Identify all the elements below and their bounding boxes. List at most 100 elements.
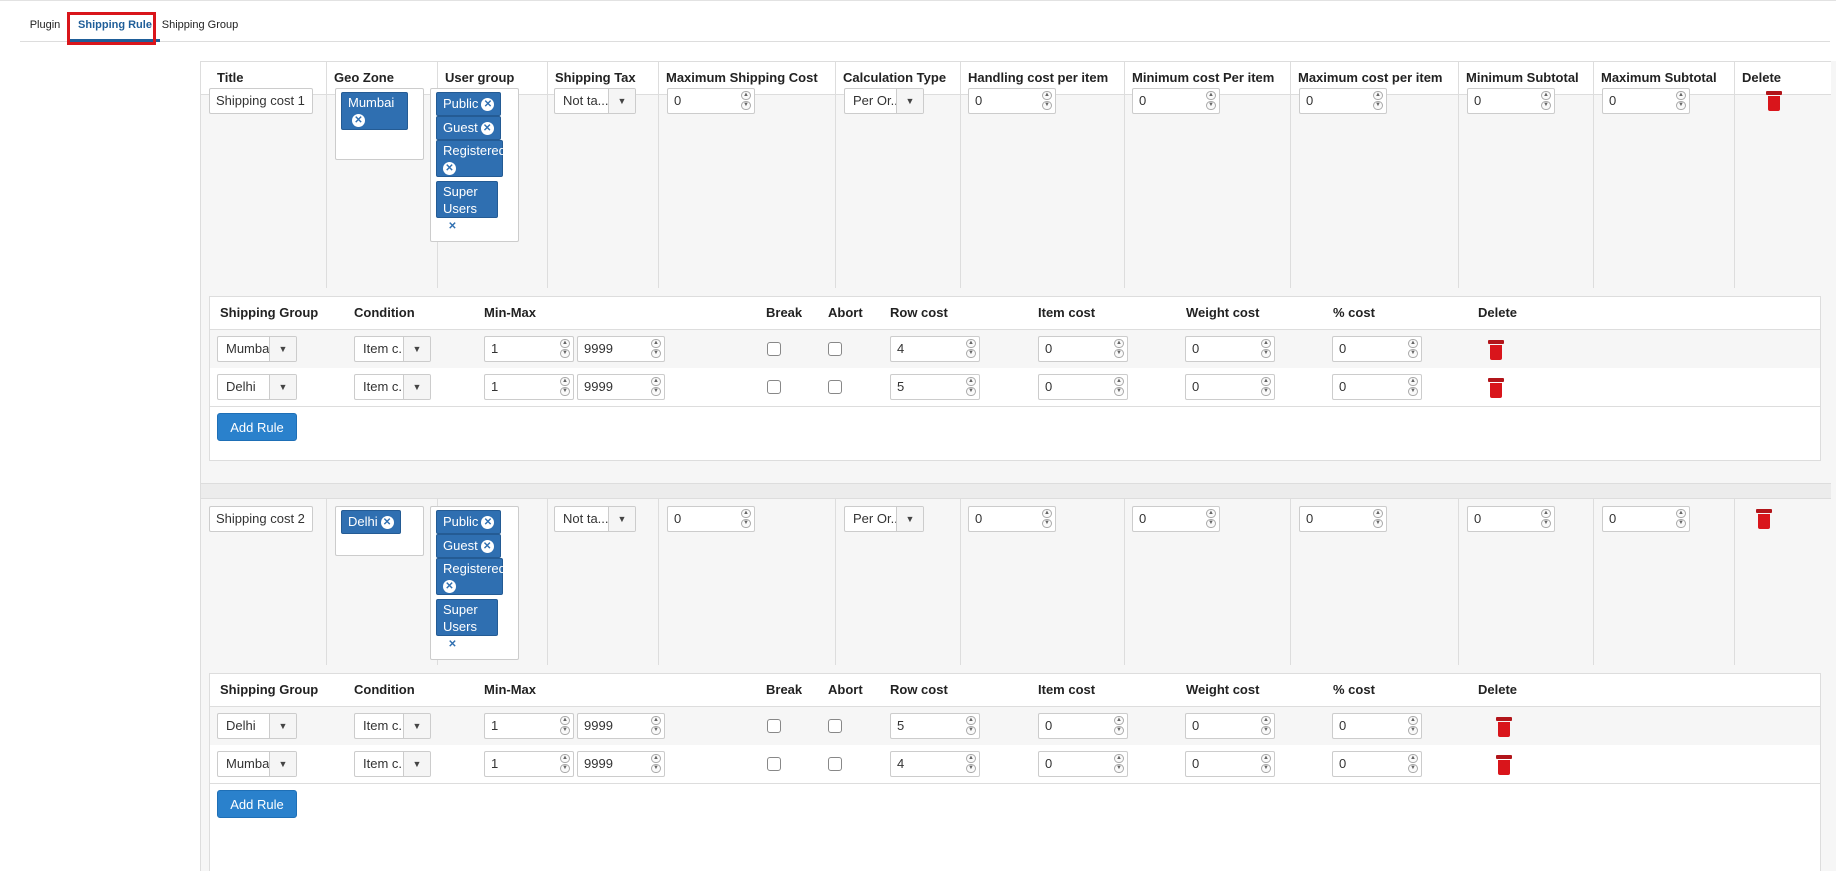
remove-icon[interactable]: ✕ (480, 122, 494, 136)
geo-zone-tag[interactable]: Delhi ✕ (341, 510, 401, 534)
condition-select[interactable]: Item c... ▼ (354, 374, 431, 400)
stepper-icon[interactable]: ▲ ▼ (1676, 91, 1686, 111)
stepper-icon[interactable]: ▲ ▼ (560, 754, 570, 774)
stepper-icon[interactable]: ▲ ▼ (741, 91, 751, 111)
stepper-icon[interactable]: ▲ ▼ (1114, 377, 1124, 397)
user-group-tag-registered[interactable]: Registered ✕ (436, 140, 506, 177)
stepper-icon[interactable]: ▲ ▼ (741, 509, 751, 529)
delete-icon[interactable] (1496, 755, 1512, 775)
stepper-icon[interactable]: ▲ ▼ (1261, 754, 1271, 774)
min-input[interactable]: 1 ▲ ▼ (484, 336, 574, 362)
user-group-tag-super-users[interactable]: Super Users✕ (436, 599, 498, 652)
stepper-icon[interactable]: ▲ ▼ (1541, 91, 1551, 111)
user-group-tag-public[interactable]: Public ✕ (436, 92, 502, 116)
user-group-tag-registered[interactable]: Registered ✕ (436, 558, 506, 595)
shipping-group-select[interactable]: Delhi ▼ (217, 713, 297, 739)
remove-icon[interactable]: ✕ (480, 540, 494, 554)
stepper-icon[interactable]: ▲ ▼ (966, 716, 976, 736)
geo-zone-tags[interactable]: Delhi ✕ (335, 506, 424, 556)
delete-icon[interactable] (1496, 717, 1512, 737)
title-input[interactable]: Shipping cost 2 (209, 506, 313, 532)
delete-icon[interactable] (1756, 509, 1772, 529)
stepper-icon[interactable]: ▲ ▼ (1114, 716, 1124, 736)
break-checkbox[interactable] (767, 380, 781, 394)
min-input[interactable]: 1 ▲ ▼ (484, 374, 574, 400)
pct-cost-input[interactable]: 0 ▲ ▼ (1332, 336, 1422, 362)
min-input[interactable]: 1 ▲ ▼ (484, 713, 574, 739)
min-cost-per-item-input[interactable]: 0 ▲ ▼ (1132, 506, 1220, 532)
abort-checkbox[interactable] (828, 342, 842, 356)
stepper-icon[interactable]: ▲ ▼ (1408, 716, 1418, 736)
remove-icon[interactable]: ✕ (481, 516, 495, 530)
row-cost-input[interactable]: 4 ▲ ▼ (890, 751, 980, 777)
abort-checkbox[interactable] (828, 380, 842, 394)
weight-cost-input[interactable]: 0 ▲ ▼ (1185, 336, 1275, 362)
stepper-icon[interactable]: ▲ ▼ (966, 754, 976, 774)
max-shipping-cost-input[interactable]: 0 ▲ ▼ (667, 506, 755, 532)
stepper-icon[interactable]: ▲ ▼ (1373, 509, 1383, 529)
row-cost-input[interactable]: 5 ▲ ▼ (890, 374, 980, 400)
max-subtotal-input[interactable]: 0 ▲ ▼ (1602, 88, 1690, 114)
stepper-icon[interactable]: ▲ ▼ (1261, 377, 1271, 397)
handling-cost-input[interactable]: 0 ▲ ▼ (968, 88, 1056, 114)
abort-checkbox[interactable] (828, 719, 842, 733)
delete-icon[interactable] (1766, 91, 1782, 111)
stepper-icon[interactable]: ▲ ▼ (1373, 91, 1383, 111)
stepper-icon[interactable]: ▲ ▼ (1042, 509, 1052, 529)
stepper-icon[interactable]: ▲ ▼ (1676, 509, 1686, 529)
pct-cost-input[interactable]: 0 ▲ ▼ (1332, 374, 1422, 400)
stepper-icon[interactable]: ▲ ▼ (651, 754, 661, 774)
min-cost-per-item-input[interactable]: 0 ▲ ▼ (1132, 88, 1220, 114)
condition-select[interactable]: Item c... ▼ (354, 336, 431, 362)
title-input[interactable]: Shipping cost 1 (209, 88, 313, 114)
weight-cost-input[interactable]: 0 ▲ ▼ (1185, 713, 1275, 739)
min-subtotal-input[interactable]: 0 ▲ ▼ (1467, 88, 1555, 114)
stepper-icon[interactable]: ▲ ▼ (560, 716, 570, 736)
user-group-tags[interactable]: Public ✕ Guest ✕ Registered ✕ Super Users✕ (430, 506, 519, 660)
max-cost-per-item-input[interactable]: 0 ▲ ▼ (1299, 88, 1387, 114)
condition-select[interactable]: Item c... ▼ (354, 713, 431, 739)
max-input[interactable]: 9999 ▲ ▼ (577, 374, 665, 400)
stepper-icon[interactable]: ▲ ▼ (651, 339, 661, 359)
remove-icon[interactable]: ✕ (352, 114, 365, 128)
stepper-icon[interactable]: ▲ ▼ (1408, 377, 1418, 397)
user-group-tag-guest[interactable]: Guest ✕ (436, 116, 501, 140)
geo-zone-tags[interactable]: Mumbai ✕ (335, 88, 424, 160)
break-checkbox[interactable] (767, 757, 781, 771)
stepper-icon[interactable]: ▲ ▼ (966, 377, 976, 397)
pct-cost-input[interactable]: 0 ▲ ▼ (1332, 713, 1422, 739)
add-rule-button[interactable]: Add Rule (217, 790, 297, 818)
stepper-icon[interactable]: ▲ ▼ (1114, 339, 1124, 359)
shipping-tax-select[interactable]: Not ta... ▼ (554, 506, 636, 532)
delete-icon[interactable] (1488, 340, 1504, 360)
stepper-icon[interactable]: ▲ ▼ (1408, 339, 1418, 359)
stepper-icon[interactable]: ▲ ▼ (1042, 91, 1052, 111)
calculation-type-select[interactable]: Per Or... ▼ (844, 506, 924, 532)
handling-cost-input[interactable]: 0 ▲ ▼ (968, 506, 1056, 532)
shipping-group-select[interactable]: Mumbai ▼ (217, 751, 297, 777)
remove-icon[interactable]: ✕ (380, 516, 394, 530)
stepper-icon[interactable]: ▲ ▼ (651, 716, 661, 736)
abort-checkbox[interactable] (828, 757, 842, 771)
remove-icon[interactable]: ✕ (443, 162, 456, 176)
add-rule-button[interactable]: Add Rule (217, 413, 297, 441)
shipping-group-select[interactable]: Mumbai ▼ (217, 336, 297, 362)
stepper-icon[interactable]: ▲ ▼ (560, 339, 570, 359)
shipping-group-select[interactable]: Delhi ▼ (217, 374, 297, 400)
max-subtotal-input[interactable]: 0 ▲ ▼ (1602, 506, 1690, 532)
max-input[interactable]: 9999 ▲ ▼ (577, 336, 665, 362)
delete-icon[interactable] (1488, 378, 1504, 398)
min-subtotal-input[interactable]: 0 ▲ ▼ (1467, 506, 1555, 532)
remove-icon[interactable]: ✕ (481, 98, 495, 112)
row-cost-input[interactable]: 5 ▲ ▼ (890, 713, 980, 739)
remove-icon[interactable]: ✕ (446, 220, 459, 234)
item-cost-input[interactable]: 0 ▲ ▼ (1038, 374, 1128, 400)
remove-icon[interactable]: ✕ (443, 580, 456, 594)
min-input[interactable]: 1 ▲ ▼ (484, 751, 574, 777)
stepper-icon[interactable]: ▲ ▼ (651, 377, 661, 397)
pct-cost-input[interactable]: 0 ▲ ▼ (1332, 751, 1422, 777)
break-checkbox[interactable] (767, 342, 781, 356)
weight-cost-input[interactable]: 0 ▲ ▼ (1185, 751, 1275, 777)
user-group-tags[interactable]: Public ✕ Guest ✕ Registered ✕ Super Users✕ (430, 88, 519, 242)
item-cost-input[interactable]: 0 ▲ ▼ (1038, 713, 1128, 739)
